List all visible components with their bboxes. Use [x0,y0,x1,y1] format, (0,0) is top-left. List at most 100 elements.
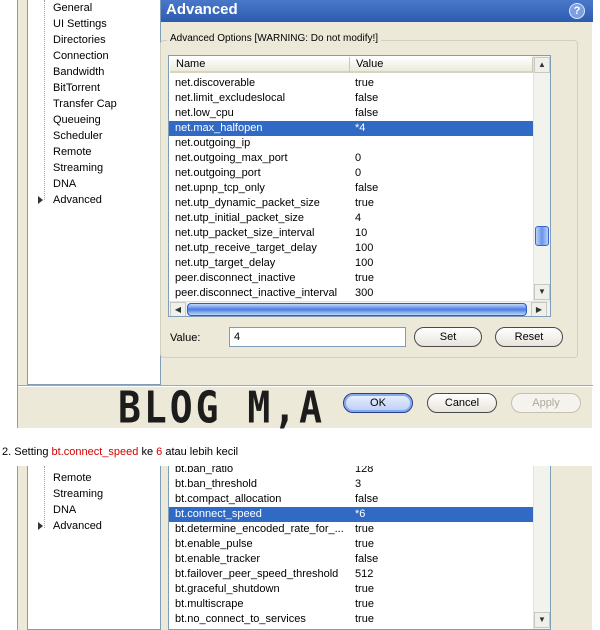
table-row[interactable]: net.utp_target_delay 100 [169,256,547,271]
option-name: net.utp_packet_size_interval [175,227,315,239]
table-row[interactable]: net.discoverable true [169,76,547,91]
column-header-value[interactable]: Value [350,57,533,73]
expand-arrow-icon[interactable] [38,522,43,530]
option-name: net.utp_initial_packet_size [175,212,305,224]
table-row[interactable]: net.utp_initial_packet_size 4 [169,211,547,226]
option-name: net.low_cpu [175,107,234,119]
option-name: bt.failover_peer_speed_threshold [175,568,339,580]
table-row[interactable]: bt.failover_peer_speed_threshold 512 [169,567,547,582]
option-value: false [355,107,379,119]
horizontal-scroll-thumb[interactable] [187,303,527,316]
option-name: net.upnp_tcp_only [175,182,265,194]
option-value: true [355,598,374,610]
preferences-dialog-top: General UI Settings Directories Connecti… [17,0,593,433]
option-value: 100 [355,257,374,269]
help-icon[interactable]: ? [569,3,585,19]
option-value: false [355,92,379,104]
scroll-up-icon[interactable]: ▲ [534,57,550,73]
value-input[interactable]: 4 [229,327,406,347]
table-row[interactable]: peer.disconnect_inactive_interval 300 [169,286,547,301]
tree-connector-line [44,466,45,528]
sidebar-item-bittorrent[interactable]: BitTorrent [53,80,100,96]
table-row[interactable]: bt.compact_allocation false [169,492,547,507]
cancel-button[interactable]: Cancel [427,393,497,413]
sidebar-item-transfer-cap[interactable]: Transfer Cap [53,96,117,112]
table-row[interactable]: bt.enable_tracker false [169,552,547,567]
table-row[interactable]: bt.determine_encoded_rate_for_... true [169,522,547,537]
step-caption: 2. Setting bt.connect_speed ke 6 atau le… [2,446,238,458]
preferences-dialog-bottom: Remote Streaming DNA Advanced bt.ban_rat… [17,466,592,630]
table-row[interactable]: bt.ban_threshold 3 [169,477,547,492]
page-title: Advanced [166,1,238,18]
vertical-scrollbar-bottom[interactable]: ▼ [533,466,550,629]
option-value: true [355,197,374,209]
ok-button[interactable]: OK [343,393,413,413]
option-name: net.limit_excludeslocal [175,92,286,104]
horizontal-scrollbar[interactable]: ◀ ▶ [169,301,550,316]
table-row[interactable]: bt.ban_ratio 128 [169,466,547,477]
page-header: Advanced ? [161,0,593,22]
table-row[interactable]: peer.disconnect_inactive true [169,271,547,286]
sidebar-item-advanced[interactable]: Advanced [53,518,102,534]
value-label: Value: [170,332,201,344]
scroll-down-icon[interactable]: ▼ [534,612,550,628]
table-row[interactable]: net.utp_packet_size_interval 10 [169,226,547,241]
table-row[interactable]: net.max_halfopen *4 [169,121,547,136]
sidebar-item-ui-settings[interactable]: UI Settings [53,16,107,32]
page: General UI Settings Directories Connecti… [0,0,600,630]
option-name: peer.disconnect_inactive [175,272,296,284]
table-row[interactable]: bt.multiscrape true [169,597,547,612]
sidebar-item-bandwidth[interactable]: Bandwidth [53,64,104,80]
scroll-left-icon[interactable]: ◀ [170,302,186,316]
table-row[interactable]: net.limit_excludeslocal false [169,91,547,106]
option-value: 10 [355,227,368,239]
table-row[interactable]: bt.no_connect_to_services true [169,612,547,627]
table-row[interactable]: net.utp_receive_target_delay 100 [169,241,547,256]
sidebar-item-streaming[interactable]: Streaming [53,160,103,176]
sidebar-item-advanced[interactable]: Advanced [53,192,102,208]
sidebar-item-dna[interactable]: DNA [53,176,76,192]
option-value: true [355,77,374,89]
table-row[interactable]: bt.graceful_shutdown true [169,582,547,597]
advanced-options-list-bottom[interactable]: bt.ban_ratio 128 bt.ban_threshold 3 bt.compa… [168,466,551,630]
sidebar-item-remote[interactable]: Remote [53,144,92,160]
advanced-options-list[interactable]: Name Value net.discoverable true net.limit… [168,55,551,317]
apply-button[interactable]: Apply [511,393,581,413]
preferences-sidebar-bottom: Remote Streaming DNA Advanced [27,466,161,630]
sidebar-item-general[interactable]: General [53,0,92,16]
table-row[interactable]: net.upnp_tcp_only false [169,181,547,196]
scroll-thumb[interactable] [535,226,549,246]
option-value: true [355,523,374,535]
vertical-scrollbar[interactable]: ▲ ▼ [533,56,550,301]
expand-arrow-icon[interactable] [38,196,43,204]
option-name: bt.no_connect_to_services [175,613,306,625]
column-header-name[interactable]: Name [170,57,350,73]
sidebar-item-directories[interactable]: Directories [53,32,106,48]
sidebar-item-scheduler[interactable]: Scheduler [53,128,103,144]
option-value: 512 [355,568,374,580]
table-row[interactable]: bt.connect_speed *6 [169,507,547,522]
table-row[interactable]: net.outgoing_max_port 0 [169,151,547,166]
set-button[interactable]: Set [414,327,482,347]
option-name: net.utp_receive_target_delay [175,242,317,254]
table-row[interactable]: net.low_cpu false [169,106,547,121]
scroll-right-icon[interactable]: ▶ [531,302,547,316]
sidebar-item-connection[interactable]: Connection [53,48,109,64]
option-value: 128 [355,466,374,475]
table-row[interactable]: net.utp_dynamic_packet_size true [169,196,547,211]
caption-suffix: atau lebih kecil [162,446,239,458]
option-name: net.outgoing_max_port [175,152,288,164]
table-row[interactable]: bt.enable_pulse true [169,537,547,552]
sidebar-item-streaming[interactable]: Streaming [53,486,103,502]
option-value: false [355,493,379,505]
option-value: 4 [355,212,362,224]
option-name: net.utp_target_delay [175,257,276,269]
table-row[interactable]: net.outgoing_ip [169,136,547,151]
caption-setting-name: bt.connect_speed [51,446,139,458]
sidebar-item-dna[interactable]: DNA [53,502,76,518]
sidebar-item-remote[interactable]: Remote [53,470,92,486]
scroll-down-icon[interactable]: ▼ [534,284,550,300]
sidebar-item-queueing[interactable]: Queueing [53,112,101,128]
reset-button[interactable]: Reset [495,327,563,347]
table-row[interactable]: net.outgoing_port 0 [169,166,547,181]
